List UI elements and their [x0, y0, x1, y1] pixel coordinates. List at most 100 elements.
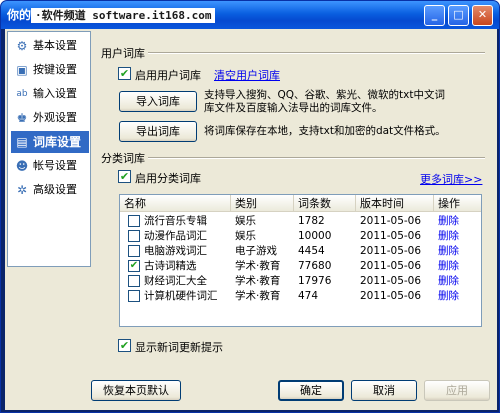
gear-icon: ⚙: [16, 39, 28, 53]
row-count: 4454: [298, 245, 325, 257]
row-delete-link[interactable]: 删除: [438, 274, 459, 289]
row-delete-link[interactable]: 删除: [438, 259, 459, 274]
row-count: 1782: [298, 215, 325, 227]
maximize-button[interactable]: □: [448, 5, 469, 26]
sidebar-item-label: 基本设置: [33, 39, 77, 52]
row-checkbox[interactable]: [128, 290, 140, 302]
sidebar-item-keys[interactable]: ▣ 按键设置: [11, 59, 89, 81]
row-date: 2011-05-06: [360, 215, 422, 227]
maximize-icon: □: [453, 8, 464, 21]
sidebar-item-label: 词库设置: [33, 135, 82, 149]
more-lexicons-link[interactable]: 更多词库>>: [420, 171, 482, 187]
category-lexicon-divider: [148, 157, 485, 158]
row-count: 77680: [298, 260, 332, 272]
export-lexicon-button[interactable]: 导出词库: [119, 121, 197, 142]
column-header-name[interactable]: 名称: [120, 195, 231, 212]
user-icon: ☻: [15, 159, 29, 173]
row-checkbox[interactable]: [128, 230, 140, 242]
column-header-count[interactable]: 词条数: [294, 195, 356, 212]
row-date: 2011-05-06: [360, 275, 422, 287]
row-category: 学术·教育: [235, 275, 281, 287]
sidebar-item-label: 输入设置: [33, 87, 77, 100]
row-delete-link[interactable]: 删除: [438, 289, 459, 304]
table-header: 名称 类别 词条数 版本时间 操作: [120, 195, 481, 212]
enable-user-lexicon-label[interactable]: 启用用户词库: [135, 67, 201, 83]
row-date: 2011-05-06: [360, 290, 422, 302]
ok-button[interactable]: 确定: [278, 380, 344, 401]
shirt-icon: ♚: [16, 111, 28, 125]
row-name: 流行音乐专辑: [144, 215, 207, 227]
column-header-date[interactable]: 版本时间: [356, 195, 434, 212]
sidebar-item-label: 外观设置: [33, 111, 77, 124]
sidebar-item-appearance[interactable]: ♚ 外观设置: [11, 107, 89, 129]
sidebar-item-lexicon[interactable]: ▤ 词库设置: [11, 131, 89, 153]
sidebar-item-account[interactable]: ☻ 帐号设置: [11, 155, 89, 177]
row-date: 2011-05-06: [360, 230, 422, 242]
row-checkbox[interactable]: ✔: [128, 260, 140, 272]
advanced-gear-icon: ✲: [16, 183, 28, 197]
row-checkbox[interactable]: [128, 215, 140, 227]
dialog-body: ⚙ 基本设置 ▣ 按键设置 ab 输入设置 ♚ 外观设置 ▤ 词库设置 ☻ 帐号…: [5, 29, 497, 410]
category-lexicon-table: 名称 类别 词条数 版本时间 操作 流行音乐专辑 娱乐 1782 2011-05…: [119, 194, 482, 327]
clear-user-lexicon-link[interactable]: 清空用户词库: [214, 67, 280, 83]
table-row[interactable]: 流行音乐专辑 娱乐 1782 2011-05-06 删除: [120, 214, 481, 229]
table-row[interactable]: 动漫作品词汇 娱乐 10000 2011-05-06 删除: [120, 229, 481, 244]
enable-category-lexicon-label[interactable]: 启用分类词库: [135, 170, 201, 186]
minimize-button[interactable]: _: [424, 5, 445, 26]
sidebar-item-input[interactable]: ab 输入设置: [11, 83, 89, 105]
table-row[interactable]: 电脑游戏词汇 电子游戏 4454 2011-05-06 删除: [120, 244, 481, 259]
table-row[interactable]: 财经词汇大全 学术·教育 17976 2011-05-06 删除: [120, 274, 481, 289]
keyboard-icon: ▣: [16, 63, 28, 77]
show-update-tips-label[interactable]: 显示新词更新提示: [135, 339, 223, 355]
row-name: 动漫作品词汇: [144, 230, 207, 242]
row-count: 474: [298, 290, 319, 302]
row-delete-link[interactable]: 删除: [438, 214, 459, 229]
table-row[interactable]: 计算机硬件词汇 学术·教育 474 2011-05-06 删除: [120, 289, 481, 304]
row-date: 2011-05-06: [360, 245, 422, 257]
column-header-action[interactable]: 操作: [434, 195, 481, 212]
row-count: 17976: [298, 275, 332, 287]
row-checkbox[interactable]: [128, 245, 140, 257]
row-name: 财经词汇大全: [144, 275, 207, 287]
category-lexicon-heading: 分类词库: [101, 152, 145, 165]
row-category: 娱乐: [235, 215, 256, 227]
window-title: 你的 ·软件频道 software.it168.com: [7, 4, 216, 26]
row-category: 学术·教育: [235, 290, 281, 302]
row-delete-link[interactable]: 删除: [438, 229, 459, 244]
apply-button[interactable]: 应用: [424, 380, 490, 401]
sidebar-item-advanced[interactable]: ✲ 高级设置: [11, 179, 89, 201]
row-count: 10000: [298, 230, 332, 242]
export-description: 将词库保存在本地，支持txt和加密的dat文件格式。: [204, 125, 446, 137]
restore-defaults-button[interactable]: 恢复本页默认: [91, 380, 181, 401]
sidebar-item-label: 帐号设置: [33, 159, 77, 172]
column-header-category[interactable]: 类别: [231, 195, 294, 212]
sidebar-item-basic[interactable]: ⚙ 基本设置: [11, 35, 89, 57]
import-lexicon-button[interactable]: 导入词库: [119, 91, 197, 112]
close-icon: ✕: [477, 8, 488, 21]
sidebar-item-label: 按键设置: [33, 63, 77, 76]
checkmark-icon: ✔: [119, 170, 130, 183]
row-category: 娱乐: [235, 230, 256, 242]
cancel-button[interactable]: 取消: [351, 380, 417, 401]
close-button[interactable]: ✕: [472, 5, 493, 26]
import-description-1: 支持导入搜狗、QQ、谷歌、紫光、微软的txt中文词: [204, 89, 445, 101]
checkmark-icon: ✔: [129, 260, 139, 271]
enable-category-lexicon-checkbox[interactable]: ✔: [118, 170, 131, 183]
show-update-tips-checkbox[interactable]: ✔: [118, 339, 131, 352]
input-icon: ab: [16, 89, 28, 99]
minimize-icon: _: [431, 8, 438, 21]
sidebar-item-label: 高级设置: [33, 183, 77, 196]
settings-sidebar: ⚙ 基本设置 ▣ 按键设置 ab 输入设置 ♚ 外观设置 ▤ 词库设置 ☻ 帐号…: [7, 31, 91, 267]
user-lexicon-heading: 用户词库: [101, 47, 145, 60]
checkmark-icon: ✔: [119, 339, 130, 352]
settings-window: 你的 ·软件频道 software.it168.com _ □ ✕ ⚙ 基本设置 …: [0, 0, 500, 413]
window-title-text: 你的: [7, 8, 32, 22]
table-row[interactable]: ✔ 古诗词精选 学术·教育 77680 2011-05-06 删除: [120, 259, 481, 274]
book-icon: ▤: [16, 135, 28, 149]
row-checkbox[interactable]: [128, 275, 140, 287]
row-date: 2011-05-06: [360, 260, 422, 272]
row-category: 电子游戏: [235, 245, 277, 257]
title-bar[interactable]: 你的 ·软件频道 software.it168.com _ □ ✕: [1, 1, 499, 29]
enable-user-lexicon-checkbox[interactable]: ✔: [118, 67, 131, 80]
row-delete-link[interactable]: 删除: [438, 244, 459, 259]
